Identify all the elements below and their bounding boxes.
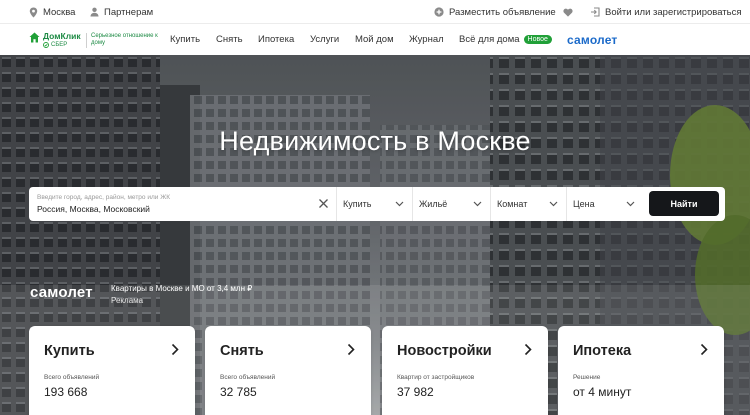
samolet-ad-logo[interactable]: самолет: [30, 284, 93, 301]
nav-item-mortgage[interactable]: Ипотека: [258, 24, 294, 55]
search-button[interactable]: Найти: [649, 191, 719, 216]
chevron-down-icon: [626, 201, 635, 207]
login-label: Войти или зарегистрироваться: [605, 6, 742, 18]
heart-icon: [563, 8, 573, 17]
login-icon: [591, 7, 600, 17]
deal-type-select[interactable]: Купить: [337, 187, 413, 221]
chevron-right-icon: [171, 343, 179, 356]
ad-text[interactable]: Квартиры в Москве и МО от 3,4 млн ₽: [111, 284, 252, 293]
nav-item-journal[interactable]: Журнал: [409, 24, 444, 55]
chevron-down-icon: [473, 201, 482, 207]
sber-icon: [43, 42, 49, 48]
chevron-right-icon: [524, 343, 532, 356]
new-badge: Новое: [523, 35, 552, 44]
logo-name: ДомКлик: [43, 31, 81, 41]
card-value: 193 668: [44, 385, 88, 399]
page-title: Недвижимость в Москве: [219, 126, 531, 156]
sber-label: СБЕР: [51, 42, 68, 48]
post-ad-label: Разместить объявление: [449, 6, 556, 18]
main-nav: ДомКлик СБЕР Серьезное отношение к дому …: [0, 24, 750, 55]
category-card-buy[interactable]: Купить Всего объявлений 193 668: [29, 326, 195, 415]
price-value: Цена: [573, 199, 595, 209]
clear-icon[interactable]: [318, 198, 329, 209]
top-bar: Москва Партнерам Разместить объявление В…: [0, 0, 750, 24]
card-title: Новостройки: [397, 343, 492, 359]
nav-item-rent[interactable]: Снять: [216, 24, 243, 55]
ad-label: Реклама: [111, 296, 144, 305]
nav-item-home-goods[interactable]: Всё для дома Новое: [459, 24, 552, 55]
chevron-down-icon: [549, 201, 558, 207]
category-card-new-buildings[interactable]: Новостройки Квартир от застройщиков 37 9…: [382, 326, 548, 415]
city-label: Москва: [43, 6, 76, 18]
domclick-logo[interactable]: ДомКлик СБЕР: [29, 32, 81, 49]
chevron-right-icon: [700, 343, 708, 356]
favorites-button[interactable]: [563, 0, 573, 24]
nav-item-buy[interactable]: Купить: [170, 24, 200, 55]
location-pin-icon: [29, 7, 38, 17]
card-subtitle: Всего объявлений: [44, 374, 100, 381]
login-link[interactable]: Войти или зарегистрироваться: [590, 0, 741, 24]
post-ad-link[interactable]: Разместить объявление: [434, 0, 556, 24]
card-value: от 4 минут: [573, 385, 632, 399]
search-placeholder: Введите город, адрес, район, метро или Ж…: [37, 194, 170, 201]
hero-banner: Недвижимость в Москве Введите город, адр…: [0, 55, 750, 415]
category-card-rent[interactable]: Снять Всего объявлений 32 785: [205, 326, 371, 415]
card-subtitle: Квартир от застройщиков: [397, 374, 475, 381]
nav-item-services[interactable]: Услуги: [310, 24, 339, 55]
plus-circle-icon: [434, 7, 444, 17]
chevron-down-icon: [395, 201, 404, 207]
card-subtitle: Всего объявлений: [220, 374, 276, 381]
partners-label: Партнерам: [104, 6, 154, 18]
search-bar: Введите город, адрес, район, метро или Ж…: [29, 187, 725, 221]
property-type-select[interactable]: Жильё: [413, 187, 491, 221]
house-icon: [29, 32, 40, 43]
card-subtitle: Решение: [573, 374, 601, 381]
deal-type-value: Купить: [343, 199, 372, 209]
person-icon: [90, 7, 99, 17]
chevron-right-icon: [347, 343, 355, 356]
location-search-input[interactable]: Введите город, адрес, район, метро или Ж…: [29, 187, 337, 221]
partners-link[interactable]: Партнерам: [90, 0, 153, 24]
nav-item-home-goods-label: Всё для дома: [459, 34, 520, 45]
logo-tagline: Серьезное отношение к дому: [91, 33, 158, 46]
card-title: Ипотека: [573, 343, 632, 359]
card-value: 32 785: [220, 385, 257, 399]
samolet-partner-logo[interactable]: самолет: [567, 24, 618, 55]
category-card-mortgage[interactable]: Ипотека Решение от 4 минут: [558, 326, 724, 415]
search-value: Россия, Москва, Московский: [37, 204, 150, 214]
city-selector[interactable]: Москва: [29, 0, 75, 24]
card-value: 37 982: [397, 385, 434, 399]
card-title: Купить: [44, 343, 95, 359]
card-title: Снять: [220, 343, 264, 359]
property-type-value: Жильё: [419, 199, 448, 209]
rooms-value: Комнат: [497, 199, 528, 209]
logo-divider: [86, 33, 87, 48]
sber-mark: СБЕР: [43, 41, 81, 49]
nav-item-my-home[interactable]: Мой дом: [355, 24, 394, 55]
price-select[interactable]: Цена: [567, 187, 643, 221]
rooms-select[interactable]: Комнат: [491, 187, 567, 221]
